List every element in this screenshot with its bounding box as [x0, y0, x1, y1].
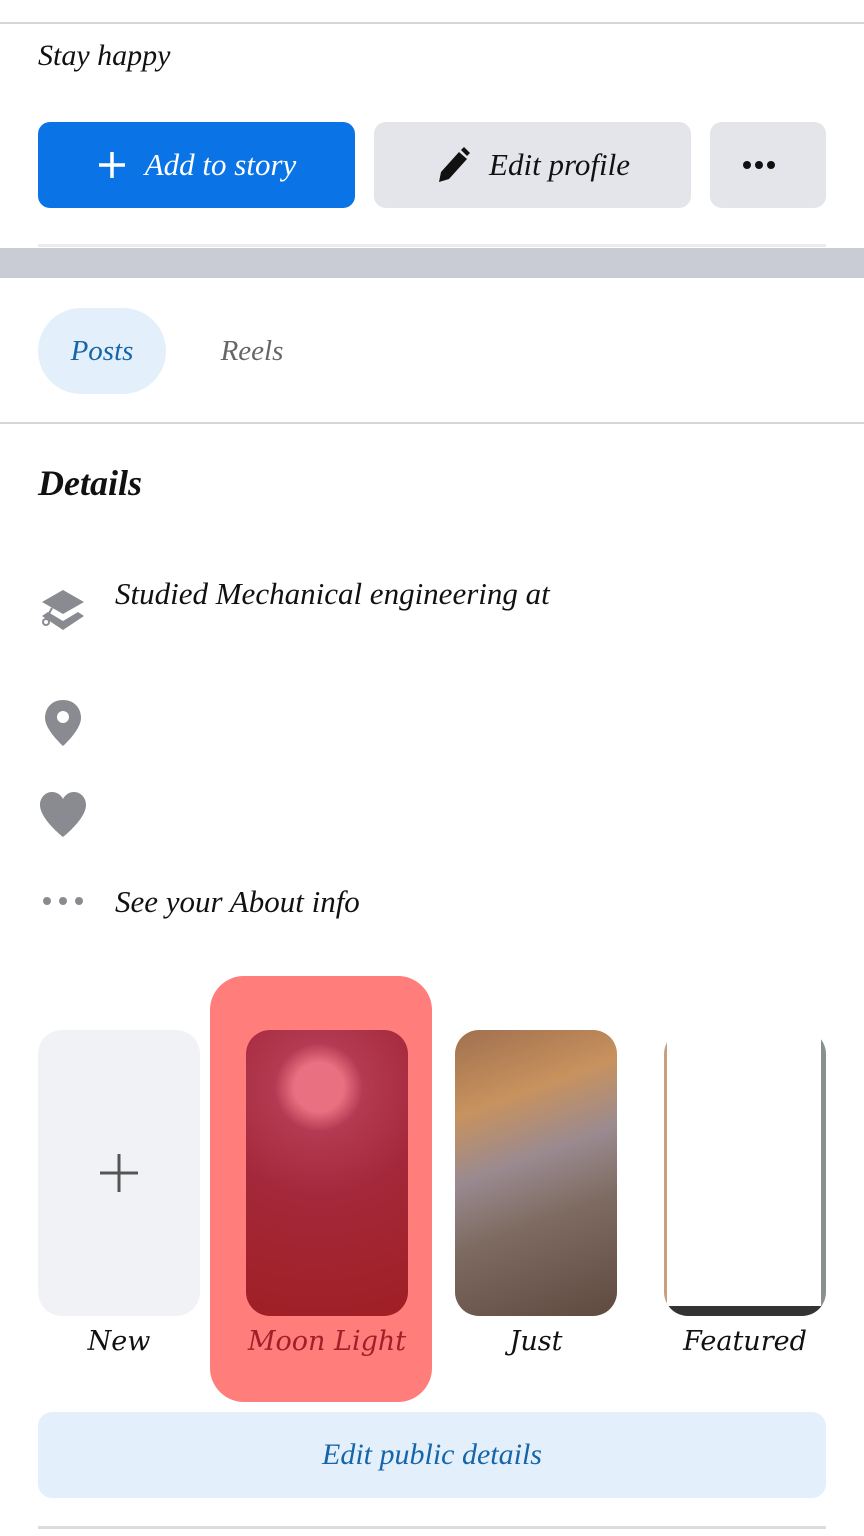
tab-reels[interactable]: Reels: [190, 308, 314, 394]
location-pin-icon: [38, 698, 88, 748]
edit-profile-label: Edit profile: [489, 147, 630, 182]
more-dots-icon: [743, 161, 775, 169]
plus-icon: [100, 1154, 138, 1192]
section-separator: [0, 248, 864, 278]
highlight-moon-light[interactable]: [246, 1030, 408, 1316]
highlight-featured[interactable]: [664, 1030, 826, 1316]
highlight-label: Featured: [683, 1326, 807, 1357]
edit-profile-button[interactable]: Edit profile: [374, 122, 691, 208]
new-highlight-button[interactable]: [38, 1030, 200, 1316]
divider: [38, 244, 826, 247]
pencil-icon: [439, 147, 471, 182]
tab-posts[interactable]: Posts: [38, 308, 166, 394]
more-dots-icon: [38, 876, 88, 926]
profile-bio: Stay happy: [38, 39, 171, 72]
heart-icon: [38, 790, 88, 840]
add-to-story-button[interactable]: Add to story: [38, 122, 355, 208]
tabs-divider: [0, 422, 864, 424]
highlight-label: Just: [509, 1326, 563, 1357]
plus-icon: [98, 152, 125, 178]
bottom-divider: [38, 1526, 826, 1529]
graduation-cap-icon: [38, 586, 88, 636]
detail-education: Studied Mechanical engineering at: [115, 576, 550, 611]
edit-public-details-button[interactable]: Edit public details: [38, 1412, 826, 1498]
details-heading: Details: [38, 463, 142, 503]
see-about-info-link[interactable]: See your About info: [115, 882, 360, 922]
add-to-story-label: Add to story: [144, 147, 297, 182]
more-options-button[interactable]: [710, 122, 826, 208]
highlight-just[interactable]: [455, 1030, 617, 1316]
highlight-label: New: [87, 1326, 151, 1357]
top-divider: [0, 22, 864, 24]
highlight-label: Moon Light: [247, 1326, 407, 1357]
